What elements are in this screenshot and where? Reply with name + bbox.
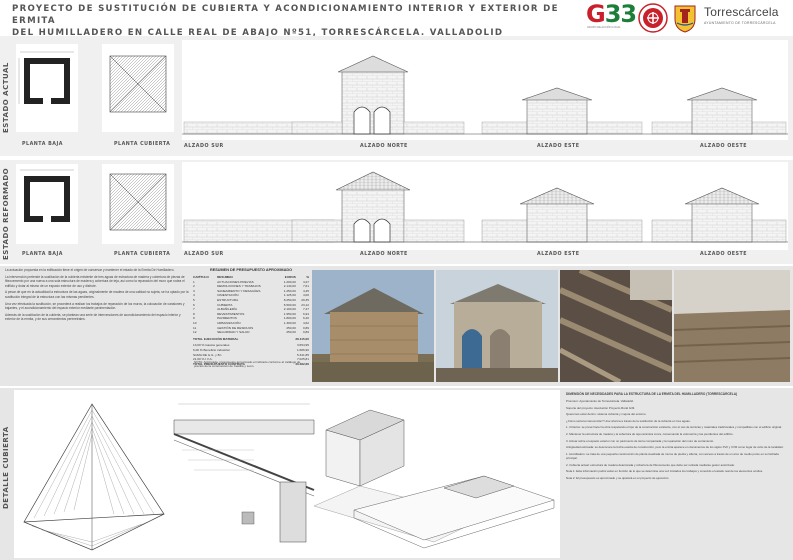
budget-total-label: TOTAL EJECUCIÓN MATERIAL [193,336,239,341]
project-notes: DIMENSIÓN DE NECESIDADES PARA LA ESTRUCT… [566,392,790,482]
description-paragraph: Además de la sustitución de la cubierta,… [5,312,181,322]
caption-alzado-oeste: ALZADO OESTE [700,252,748,257]
roof-section-drawing [173,403,315,543]
notes-paragraph: ¿Cómo sería la intervención? Una reforma… [566,418,691,423]
roof-details [14,390,560,558]
band-label: ESTADO REFORMADO [2,167,10,260]
notes-title: DIMENSIÓN DE NECESIDADES PARA LA ESTRUCT… [566,392,738,396]
budget-table: CAPÍTULO RESUMEN EUROS % 1 ACTUACIONES PR… [192,275,310,335]
caption-alzado-sur: ALZADO SUR [184,144,224,149]
caption-planta-baja: PLANTA BAJA [22,142,63,147]
roof-structure-drawing [23,403,165,551]
budget-cell: 0,89 [302,330,309,335]
project-description: La actuación propuesta en la edificación… [5,268,190,324]
caption-alzado-norte: ALZADO NORTE [360,252,408,257]
header: PROYECTO DE SUSTITUCIÓN DE CUBIERTA Y AC… [0,0,793,38]
budget-title: RESUMEN DE PRESUPUESTO APROXIMADO [209,268,293,272]
town-logo: Torrescárcela AYUNTAMIENTO DE TORRESCÁRC… [704,5,779,25]
notes-paragraph: 2. Cubierta actual: estructura de madera… [566,462,735,467]
photo-cubierta-fibrocemento [674,270,790,382]
band-detalle-cubierta: DETALLE CUBIERTA DIMENSIÓN DE NECESIDADE… [0,388,793,560]
notes-paragraph: 1. Criterios: se prevé hacer la obra res… [566,425,782,430]
caption-planta-cubierta: PLANTA CUBIERTA [114,252,171,257]
town-name: Torrescárcela [704,5,779,19]
description-paragraph: Una vez efectuada la sustitución, se pro… [5,301,185,311]
budget-cell: 12 [193,330,197,335]
budget-total-row: TOTAL EJECUCIÓN MATERIAL 28.115,00 [192,337,310,342]
logo-strip: G33 GRUPO DE ACCIÓN LOCAL Torrescárcela … [586,0,791,34]
g33-logo: G33 GRUPO DE ACCIÓN LOCAL [586,0,637,32]
notes-paragraph: Nota 1: Esta información podrá variar en… [566,469,763,474]
plan-roof [102,44,174,132]
plan-ground-floor [16,164,78,244]
middle-band: La actuación propuesta en la edificación… [0,266,793,386]
shield-icon [674,5,696,33]
budget-total-value: 28.115,00 [295,336,309,341]
photo-ermita-lateral [312,270,434,382]
elevations-reformado [182,162,788,250]
photo-ermita-fachada [436,270,558,382]
notes-paragraph: Nota 2: El presupuesto es aproximado y s… [566,475,670,480]
caption-alzado-sur: ALZADO SUR [184,252,224,257]
budget-cell: 250,00 [286,330,296,335]
g33-logo-subtitle: GRUPO DE ACCIÓN LOCAL [587,26,621,29]
elevations-actual [182,40,788,140]
caption-alzado-norte: ALZADO NORTE [360,144,408,149]
notes-paragraph: Soporte del proyecto: Asociación Proyect… [566,405,636,410]
description-paragraph: La actuación propuesta en la edificación… [5,268,175,272]
photo-cubierta-interior [560,270,672,382]
budget-totals: TOTAL EJECUCIÓN MATERIAL 28.115,00 [192,337,310,342]
notes-paragraph: Antigüedad estimada: se desconoce la fec… [566,445,784,450]
plan-ground-floor [16,44,78,132]
notes-paragraph: 2. Mantener la estructura de madera y la… [566,432,734,437]
band-estado-actual: ESTADO ACTUAL PLANTA BAJA PLANTA CUBIERT… [0,36,793,156]
budget-row: 12 SEGURIDAD Y SALUD 250,00 0,89 [192,330,310,335]
band-label: ESTADO ACTUAL [2,62,10,134]
caption-planta-cubierta: PLANTA CUBIERTA [114,142,171,147]
caption-planta-baja: PLANTA BAJA [22,252,63,257]
wall-enclosure-drawing [353,475,555,549]
seal-icon [638,3,668,33]
title-line-1: PROYECTO DE SUSTITUCIÓN DE CUBIERTA Y AC… [12,4,559,26]
caption-alzado-este: ALZADO ESTE [537,144,580,149]
notes-paragraph: 1. Humilladero: se trata de una pequeña … [566,451,779,460]
band-label: DETALLE CUBIERTA [2,426,10,510]
budget-summary: RESUMEN DE PRESUPUESTO APROXIMADO CAPÍTU… [192,266,310,386]
g33-logo-text: G33 [586,0,637,28]
description-paragraph: A pesar de que en la actualidad la estru… [5,290,189,299]
description-paragraph: La intervención pretende la sustitución … [5,274,185,288]
town-subtitle: AYUNTAMIENTO DE TORRESCÁRCELA [704,21,776,25]
notes-paragraph: 3. Actuar sobre el espacio exterior con … [566,438,714,443]
band-estado-reformado: ESTADO REFORMADO PLANTA BAJA PLANTA CUBI… [0,160,793,264]
budget-note: NOTA: Anticipada, presupuesto aproximado… [194,360,301,368]
plan-roof [102,164,174,244]
budget-cell: SEGURIDAD Y SALUD [217,330,250,335]
caption-alzado-oeste: ALZADO OESTE [700,144,748,149]
page-title: PROYECTO DE SUSTITUCIÓN DE CUBIERTA Y AC… [12,3,572,39]
notes-paragraph: Queremos estar dentro: sistema cubierta … [566,412,647,417]
caption-alzado-este: ALZADO ESTE [537,252,580,257]
notes-paragraph: Promotor: Ayuntamiento de Torrescárcela.… [566,399,634,404]
